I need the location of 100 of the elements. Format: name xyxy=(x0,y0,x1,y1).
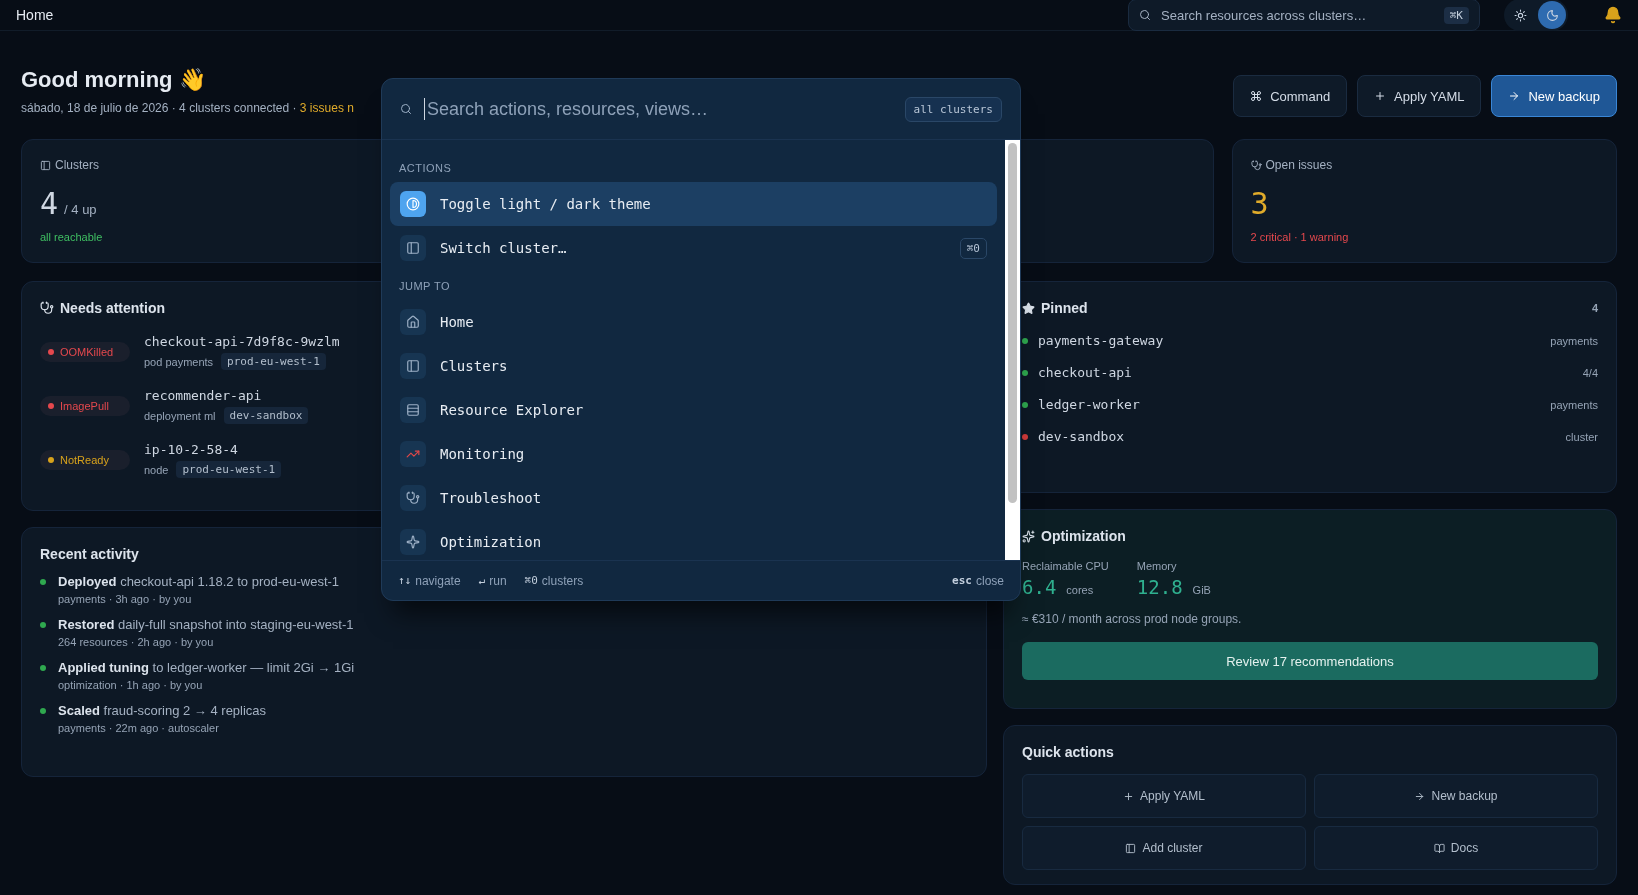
command-item[interactable]: Toggle light / dark theme xyxy=(390,182,997,226)
activity-text: Scaled fraud-scoring 2 → 4 replicas xyxy=(58,703,267,718)
star-icon xyxy=(1022,301,1035,315)
activity-meta: 264 resources · 2h ago · by you xyxy=(58,636,214,648)
command-item[interactable]: Home xyxy=(390,300,997,344)
metric-value: 12.8 xyxy=(1136,576,1183,598)
panel-icon xyxy=(406,241,420,255)
search-icon xyxy=(400,103,412,115)
quick-action-button[interactable]: New backup xyxy=(1314,774,1598,818)
command-item[interactable]: Resource Explorer xyxy=(390,388,997,432)
key-hint: esc xyxy=(952,574,972,587)
stat-value: 4 xyxy=(40,186,59,221)
bell-icon[interactable] xyxy=(1604,6,1622,24)
stat-suffix: / 4 up xyxy=(64,202,97,217)
resource-name[interactable]: ip-10-2-58-4 xyxy=(144,442,238,457)
header-button[interactable]: New backup xyxy=(1491,75,1617,117)
command-item[interactable]: Monitoring xyxy=(390,432,997,476)
command-input[interactable]: Search actions, resources, views… xyxy=(424,98,893,120)
cluster-tag: dev-sandbox xyxy=(223,407,309,424)
command-item[interactable]: Optimization xyxy=(390,520,997,560)
activity-text: Applied tuning to ledger-worker — limit 2Gi → 1Gi xyxy=(58,660,355,675)
shortcut-key: ⌘0 xyxy=(959,237,987,259)
quick-action-button[interactable]: Add cluster xyxy=(1022,826,1306,870)
review-button[interactable]: Review 17 recommendations xyxy=(1022,642,1598,680)
hint-label: navigate xyxy=(415,573,461,588)
activity-text: Restored daily-full snapshot into staging-eu-west-1 xyxy=(58,617,354,632)
metric-label: Reclaimable CPU xyxy=(1022,560,1109,572)
metric-unit: GiB xyxy=(1192,584,1211,596)
activity-meta: payments · 22m ago · autoscaler xyxy=(58,722,219,734)
cluster-tag: prod-eu-west-1 xyxy=(176,461,282,478)
stethoscope-icon xyxy=(406,491,420,505)
header-button[interactable]: Command xyxy=(1233,75,1348,117)
panel-icon xyxy=(406,359,420,373)
resource-name[interactable]: checkout-api-7d9f8c-9wzlm xyxy=(144,334,340,349)
stethoscope-icon xyxy=(1250,159,1262,171)
hint-label: run xyxy=(489,573,507,588)
status-badge: OOMKilled xyxy=(40,342,130,362)
timeline-dot xyxy=(40,665,46,671)
scope-chip[interactable]: all clusters xyxy=(904,96,1002,122)
activity-text: Deployed checkout-api 1.18.2 to prod-eu-west-1 xyxy=(58,574,340,589)
stat-value: 3 xyxy=(1250,186,1269,221)
hint-label: clusters xyxy=(541,573,584,588)
list-icon xyxy=(406,403,420,417)
panel-icon xyxy=(40,159,51,171)
contrast-icon xyxy=(406,197,420,211)
scrollbar-thumb[interactable] xyxy=(1008,143,1017,503)
moon-icon xyxy=(1545,8,1559,22)
resource-meta: pod payments xyxy=(144,355,214,368)
pinned-detail: payments xyxy=(1550,334,1598,347)
sparkle-icon xyxy=(1022,529,1035,543)
metric-label: Memory xyxy=(1136,560,1177,572)
plus-icon xyxy=(1123,790,1135,802)
card-title: Quick actions xyxy=(1022,744,1114,760)
stat-label: Clusters xyxy=(55,158,99,172)
key-hint: ↵ xyxy=(478,574,486,587)
pinned-name[interactable]: ledger-worker xyxy=(1038,397,1140,412)
command-icon xyxy=(1250,90,1263,102)
timeline-dot xyxy=(40,708,46,714)
arrow-icon xyxy=(1508,90,1521,102)
pinned-name[interactable]: payments-gateway xyxy=(1038,333,1164,348)
stethoscope-icon xyxy=(40,301,54,315)
card-title: Pinned xyxy=(1041,300,1088,316)
pinned-name[interactable]: dev-sandbox xyxy=(1038,429,1125,444)
search-field[interactable]: Search resources across clusters… ⌘K xyxy=(1128,0,1480,31)
command-item[interactable]: Switch cluster… ⌘0 xyxy=(390,226,997,270)
card-title: Optimization xyxy=(1041,528,1126,544)
stat-note: all reachable xyxy=(40,231,103,243)
cluster-tag: prod-eu-west-1 xyxy=(221,353,326,370)
pinned-detail: cluster xyxy=(1565,430,1598,443)
panel-icon xyxy=(1125,842,1137,854)
page-title: Home xyxy=(16,7,55,23)
card-title: Needs attention xyxy=(60,300,165,316)
savings-note: ≈ €310 / month across prod node groups. xyxy=(1022,612,1242,626)
quick-action-button[interactable]: Docs xyxy=(1314,826,1598,870)
header-button[interactable]: Apply YAML xyxy=(1357,75,1482,117)
card-title: Recent activity xyxy=(40,546,139,562)
sun-icon xyxy=(1513,8,1527,22)
status-badge: NotReady xyxy=(40,450,130,470)
status-badge: ImagePull xyxy=(40,396,130,416)
command-item[interactable]: Troubleshoot xyxy=(390,476,997,520)
subtitle: sábado, 18 de julio de 2026 · 4 clusters connected · 3 issues n xyxy=(21,101,354,115)
greeting: Good morning 👋 xyxy=(21,67,207,93)
theme-button[interactable] xyxy=(1538,1,1566,29)
arrow-icon xyxy=(1414,790,1426,802)
plus-icon xyxy=(1374,90,1387,102)
command-item[interactable]: Clusters xyxy=(390,344,997,388)
resource-name[interactable]: recommender-api xyxy=(144,388,262,403)
resource-meta: deployment ml xyxy=(144,409,216,422)
shortcut-key: ⌘K xyxy=(1443,6,1469,24)
quick-action-button[interactable]: Apply YAML xyxy=(1022,774,1306,818)
pinned-name[interactable]: checkout-api xyxy=(1038,365,1132,380)
section-heading: ACTIONS xyxy=(398,161,453,176)
home-icon xyxy=(406,315,420,329)
pinned-detail: 4/4 xyxy=(1582,366,1598,379)
book-icon xyxy=(1433,842,1445,854)
sparkle-icon xyxy=(406,535,420,549)
stat-note: 2 critical · 1 warning xyxy=(1250,231,1349,243)
section-heading: JUMP TO xyxy=(398,279,452,294)
timeline-dot xyxy=(40,622,46,628)
key-hint: ↑↓ xyxy=(398,574,412,587)
